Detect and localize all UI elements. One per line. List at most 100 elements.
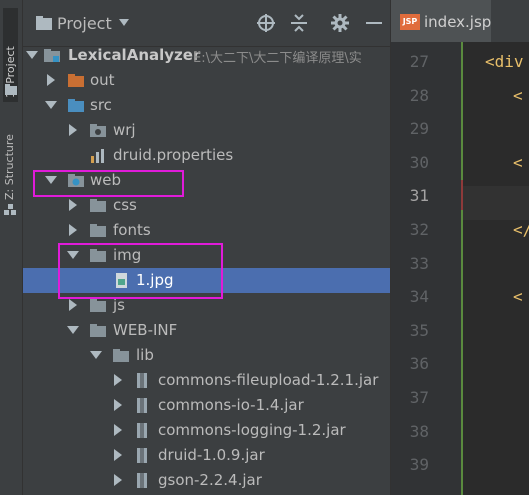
- line-number: 35: [409, 321, 429, 340]
- gear-icon[interactable]: [330, 13, 350, 33]
- collapsed-arrow-icon[interactable]: [112, 474, 124, 486]
- tree-label: gson-2.2.4.jar: [158, 471, 262, 489]
- tree-row-web[interactable]: web: [23, 168, 390, 193]
- project-panel-header: Project: [23, 0, 390, 47]
- line-number: 28: [409, 86, 429, 105]
- collapsed-arrow-icon[interactable]: [112, 449, 124, 461]
- folder-icon: [113, 349, 129, 362]
- tab-index-jsp[interactable]: JSP index.jsp: [391, 0, 491, 42]
- package-icon: [90, 124, 106, 137]
- excluded-folder-icon: [68, 74, 84, 87]
- tool-window-strip: 1: Project Z: Structure: [0, 0, 23, 495]
- folder-icon: [90, 249, 106, 262]
- tree-row-root[interactable]: LexicalAnalyzer E:\大二下\大二下编译原理\实: [23, 43, 390, 68]
- folder-icon: [90, 199, 106, 212]
- collapsed-arrow-icon[interactable]: [67, 199, 79, 211]
- project-folder-icon: [5, 84, 17, 95]
- tree-row-druid-properties[interactable]: druid.properties: [23, 143, 390, 168]
- tree-label: src: [90, 96, 112, 114]
- tree-label: druid.properties: [113, 146, 234, 164]
- jar-icon: [137, 423, 147, 438]
- tree-row-web-inf[interactable]: WEB-INF: [23, 318, 390, 343]
- tree-label: commons-io-1.4.jar: [158, 396, 304, 414]
- line-number-gutter: 27 28 29 30 31 32 33 34 35 36 37 38 39: [391, 42, 463, 495]
- project-view-title[interactable]: Project: [57, 14, 112, 33]
- tree-row-wrj[interactable]: wrj: [23, 118, 390, 143]
- collapsed-arrow-icon[interactable]: [45, 74, 57, 86]
- tree-row-img[interactable]: img: [23, 243, 390, 268]
- folder-icon: [90, 324, 106, 337]
- code-fragment: <: [513, 287, 523, 306]
- tree-row-jar[interactable]: commons-io-1.4.jar: [23, 393, 390, 418]
- tree-row-css[interactable]: css: [23, 193, 390, 218]
- structure-tool-tab[interactable]: Z: Structure: [3, 120, 16, 200]
- jar-icon: [137, 473, 147, 488]
- tree-label: 1.jpg: [136, 271, 174, 289]
- chevron-down-icon[interactable]: [119, 19, 129, 27]
- line-number: 30: [409, 153, 429, 172]
- line-number: 33: [409, 254, 429, 273]
- expanded-arrow-icon[interactable]: [45, 174, 57, 186]
- line-number-current: 31: [409, 186, 429, 205]
- jar-icon: [137, 373, 147, 388]
- collapsed-arrow-icon[interactable]: [112, 374, 124, 386]
- line-number: 29: [409, 119, 429, 138]
- code-fragment: </: [513, 220, 529, 239]
- code-fragment: <: [513, 153, 523, 172]
- collapsed-arrow-icon[interactable]: [112, 424, 124, 436]
- tree-row-fonts[interactable]: fonts: [23, 218, 390, 243]
- source-folder-icon: [68, 99, 84, 112]
- folder-icon: [90, 224, 106, 237]
- tree-row-jar[interactable]: commons-logging-1.2.jar: [23, 418, 390, 443]
- line-number: 32: [409, 220, 429, 239]
- tree-label: js: [113, 296, 125, 314]
- expanded-arrow-icon[interactable]: [90, 349, 102, 361]
- line-number: 39: [409, 455, 429, 474]
- caret-row: [463, 186, 529, 220]
- tree-label: lib: [136, 346, 154, 364]
- collapse-all-icon[interactable]: [289, 13, 309, 33]
- locate-target-icon[interactable]: [256, 13, 276, 33]
- line-number: 36: [409, 354, 429, 373]
- properties-file-icon: [91, 149, 104, 163]
- code-area[interactable]: <div < < </ <: [463, 42, 529, 495]
- tree-row-out[interactable]: out: [23, 68, 390, 93]
- tree-label: wrj: [113, 121, 136, 139]
- tree-label: web: [90, 171, 122, 189]
- code-fragment: <: [513, 86, 523, 105]
- hide-panel-icon[interactable]: [364, 13, 384, 33]
- project-root-name: LexicalAnalyzer: [68, 46, 201, 64]
- folder-icon: [90, 299, 106, 312]
- module-folder-icon: [44, 49, 60, 62]
- tree-row-jar[interactable]: commons-fileupload-1.2.1.jar: [23, 368, 390, 393]
- collapsed-arrow-icon[interactable]: [67, 224, 79, 236]
- tree-label: druid-1.0.9.jar: [158, 446, 265, 464]
- collapsed-arrow-icon[interactable]: [112, 399, 124, 411]
- line-number: 34: [409, 287, 429, 306]
- jar-icon: [137, 448, 147, 463]
- line-number: 37: [409, 388, 429, 407]
- expanded-arrow-icon[interactable]: [67, 249, 79, 261]
- tree-row-jar[interactable]: gson-2.2.4.jar: [23, 468, 390, 493]
- project-panel: Project LexicalAnalyzer E:\大二下\大二下编译原理\实…: [23, 0, 390, 495]
- image-file-icon: [116, 273, 127, 288]
- project-root-path: E:\大二下\大二下编译原理\实: [193, 51, 362, 66]
- jar-icon: [137, 398, 147, 413]
- expanded-arrow-icon[interactable]: [45, 99, 57, 111]
- expanded-arrow-icon[interactable]: [67, 324, 79, 336]
- collapsed-arrow-icon[interactable]: [67, 124, 79, 136]
- tree-row-src[interactable]: src: [23, 93, 390, 118]
- structure-icon: [4, 204, 16, 215]
- tree-row-lib[interactable]: lib: [23, 343, 390, 368]
- editor-tab-bar: JSP index.jsp: [391, 0, 529, 43]
- tree-row-jar[interactable]: druid-1.0.9.jar: [23, 443, 390, 468]
- tab-label: index.jsp: [424, 13, 492, 31]
- tree-label: fonts: [113, 221, 151, 239]
- collapsed-arrow-icon[interactable]: [67, 299, 79, 311]
- tree-row-1-jpg[interactable]: 1.jpg: [23, 268, 390, 293]
- tree-row-js[interactable]: js: [23, 293, 390, 318]
- project-view-icon: [36, 16, 52, 30]
- tree-label: commons-fileupload-1.2.1.jar: [158, 371, 379, 389]
- expanded-arrow-icon[interactable]: [26, 49, 38, 61]
- line-number: 38: [409, 422, 429, 441]
